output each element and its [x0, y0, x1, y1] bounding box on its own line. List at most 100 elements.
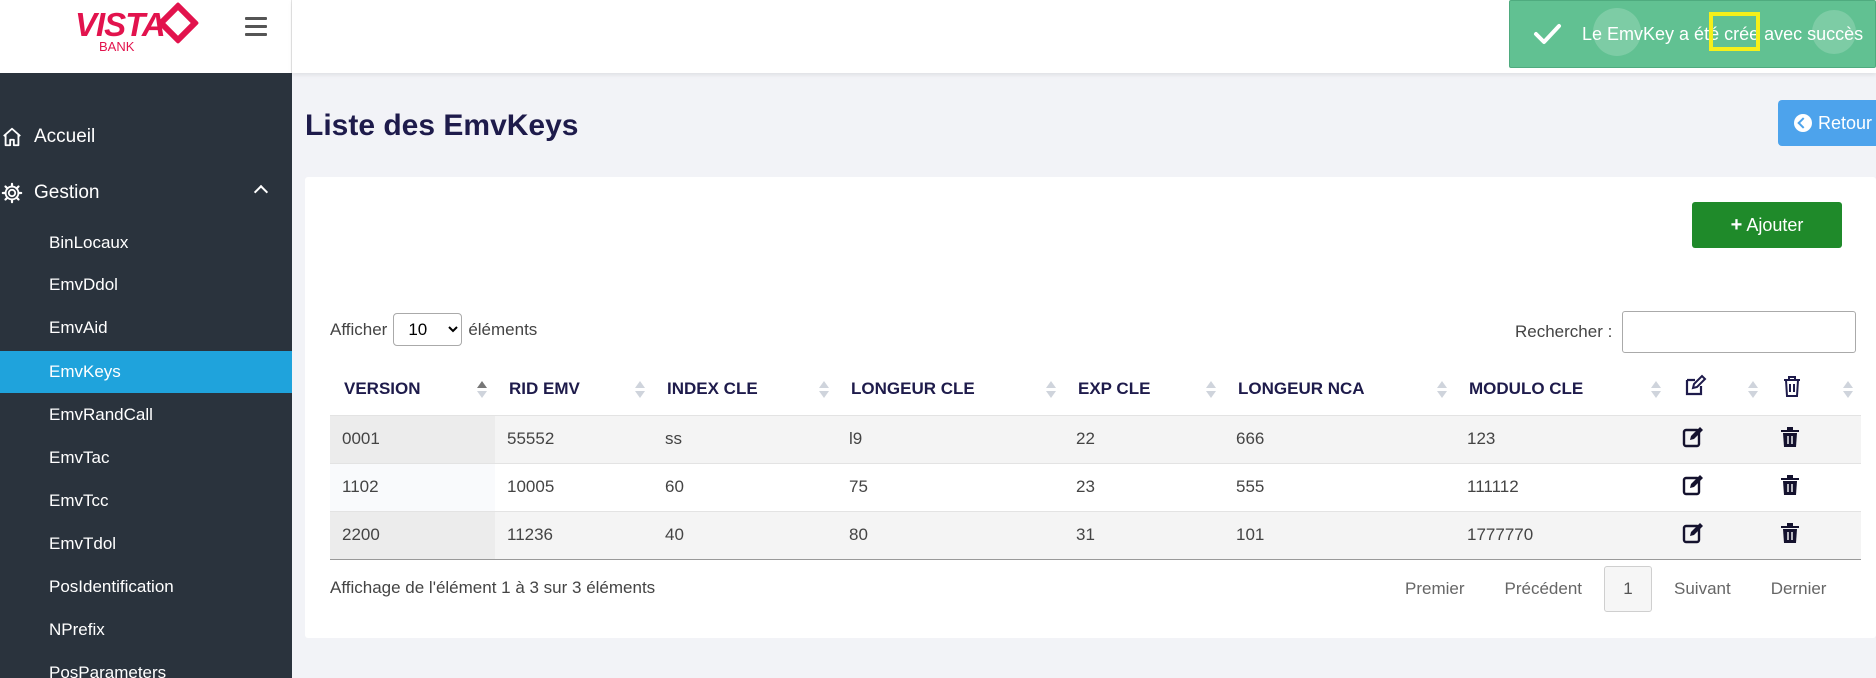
edit-icon[interactable] [1681, 425, 1705, 449]
sidebar-item-emvtcc[interactable]: EmvTcc [0, 480, 292, 522]
sidebar-item-emvtac[interactable]: EmvTac [0, 437, 292, 479]
cell-delete [1766, 463, 1861, 512]
sidebar-item-posparameters[interactable]: PosParameters [0, 652, 292, 678]
sidebar-item-posidentification[interactable]: PosIdentification [0, 566, 292, 608]
pager-previous[interactable]: Précédent [1485, 579, 1603, 599]
emvkeys-table: VERSION RID EMV INDEX CLE LONGEUR CLE EX… [330, 363, 1861, 560]
sort-icon [1843, 381, 1853, 399]
show-suffix: éléments [468, 319, 538, 339]
sort-icon [1046, 381, 1056, 399]
cell-longeur-cle: 75 [837, 463, 1064, 512]
cell-rid-emv: 10005 [495, 463, 653, 512]
cell-exp-cle: 22 [1064, 415, 1224, 464]
cell-rid-emv: 55552 [495, 415, 653, 464]
header-label: LONGEUR CLE [851, 378, 975, 398]
brand-sub: BANK [99, 39, 135, 54]
vista-bank-logo[interactable]: VISTA BANK [75, 1, 200, 58]
cell-delete [1766, 511, 1861, 560]
sort-icon [477, 381, 487, 399]
cell-longeur-cle: 80 [837, 511, 1064, 560]
gear-icon [0, 181, 24, 205]
cell-edit [1669, 415, 1766, 464]
header-label: INDEX CLE [667, 378, 758, 398]
logout-icon[interactable] [1812, 10, 1856, 54]
add-button-label: Ajouter [1746, 214, 1804, 235]
page-title: Liste des EmvKeys [305, 109, 579, 142]
sidebar-item-emvkeys[interactable]: EmvKeys [0, 351, 292, 393]
page-length-control: Afficher 10 éléments [330, 313, 537, 346]
sidebar-item-nprefix[interactable]: NPrefix [0, 609, 292, 651]
sort-icon [635, 381, 645, 399]
cell-exp-cle: 23 [1064, 463, 1224, 512]
cell-longeur-nca: 555 [1224, 463, 1455, 512]
col-longeur-nca[interactable]: LONGEUR NCA [1224, 363, 1455, 416]
arrow-left-circle-icon [1794, 114, 1812, 132]
col-version[interactable]: VERSION [330, 363, 495, 416]
col-longeur-cle[interactable]: LONGEUR CLE [837, 363, 1064, 416]
menu-toggle-icon[interactable] [245, 17, 267, 37]
pager-current-page[interactable]: 1 [1604, 566, 1653, 612]
sidebar-item-emvddol[interactable]: EmvDdol [0, 264, 292, 306]
chevron-up-icon [253, 184, 269, 200]
pager-next[interactable]: Suivant [1654, 579, 1751, 599]
cell-version: 2200 [330, 511, 495, 560]
col-index-cle[interactable]: INDEX CLE [653, 363, 837, 416]
col-delete[interactable] [1766, 363, 1861, 416]
trash-icon [1784, 376, 1800, 398]
cell-edit [1669, 511, 1766, 560]
sidebar-item-emvtdol[interactable]: EmvTdol [0, 523, 292, 565]
header-label: LONGEUR NCA [1238, 378, 1365, 398]
sort-icon [1437, 381, 1447, 399]
plus-icon: + [1730, 213, 1743, 236]
back-button-label: Retour [1818, 112, 1873, 133]
sidebar-item-label: Gestion [34, 182, 100, 203]
sort-icon [1748, 381, 1758, 399]
sidebar-item-binlocaux[interactable]: BinLocaux [0, 222, 292, 264]
pager-last[interactable]: Dernier [1751, 579, 1847, 599]
cell-longeur-nca: 666 [1224, 415, 1455, 464]
home-icon [0, 125, 24, 149]
table-row: 0001 55552 ss l9 22 666 123 [330, 415, 1861, 464]
pagination: Premier Précédent 1 Suivant Dernier [1385, 566, 1846, 612]
add-button[interactable]: + Ajouter [1692, 202, 1842, 248]
table-row: 2200 11236 40 80 31 101 1777770 [330, 511, 1861, 560]
sidebar-item-accueil[interactable]: Accueil [0, 118, 292, 156]
highlight-box [1709, 12, 1760, 51]
cell-index-cle: 60 [653, 463, 837, 512]
trash-icon[interactable] [1778, 425, 1802, 449]
trash-icon[interactable] [1778, 521, 1802, 545]
pager-first[interactable]: Premier [1385, 579, 1485, 599]
header-label: RID EMV [509, 378, 580, 398]
back-button[interactable]: Retour [1778, 100, 1876, 146]
col-modulo-cle[interactable]: MODULO CLE [1455, 363, 1669, 416]
sidebar-item-gestion[interactable]: Gestion [0, 174, 292, 212]
search-label: Rechercher : [1515, 322, 1613, 341]
cell-modulo-cle: 111112 [1455, 463, 1669, 512]
col-exp-cle[interactable]: EXP CLE [1064, 363, 1224, 416]
cell-modulo-cle: 1777770 [1455, 511, 1669, 560]
edit-icon [1685, 374, 1707, 396]
cell-delete [1766, 415, 1861, 464]
sidebar-item-emvrandcall[interactable]: EmvRandCall [0, 394, 292, 436]
cell-longeur-nca: 101 [1224, 511, 1455, 560]
cell-modulo-cle: 123 [1455, 415, 1669, 464]
edit-icon[interactable] [1681, 473, 1705, 497]
trash-icon[interactable] [1778, 473, 1802, 497]
search-input[interactable] [1622, 311, 1857, 353]
page-length-select[interactable]: 10 [393, 313, 463, 346]
header-label: EXP CLE [1078, 378, 1151, 398]
sidebar-item-label: Accueil [34, 126, 96, 147]
search-control: Rechercher : [1515, 311, 1857, 353]
user-avatar[interactable] [1593, 8, 1641, 56]
col-edit[interactable] [1669, 363, 1766, 416]
cell-rid-emv: 11236 [495, 511, 653, 560]
edit-icon[interactable] [1681, 521, 1705, 545]
table-row: 1102 10005 60 75 23 555 111112 [330, 463, 1861, 512]
cell-exp-cle: 31 [1064, 511, 1224, 560]
header-label: VERSION [344, 378, 421, 398]
sidebar-item-emvaid[interactable]: EmvAid [0, 307, 292, 349]
cell-index-cle: ss [653, 415, 837, 464]
table-info: Affichage de l'élément 1 à 3 sur 3 éléme… [330, 578, 656, 597]
sort-icon [1206, 381, 1216, 399]
col-rid-emv[interactable]: RID EMV [495, 363, 653, 416]
